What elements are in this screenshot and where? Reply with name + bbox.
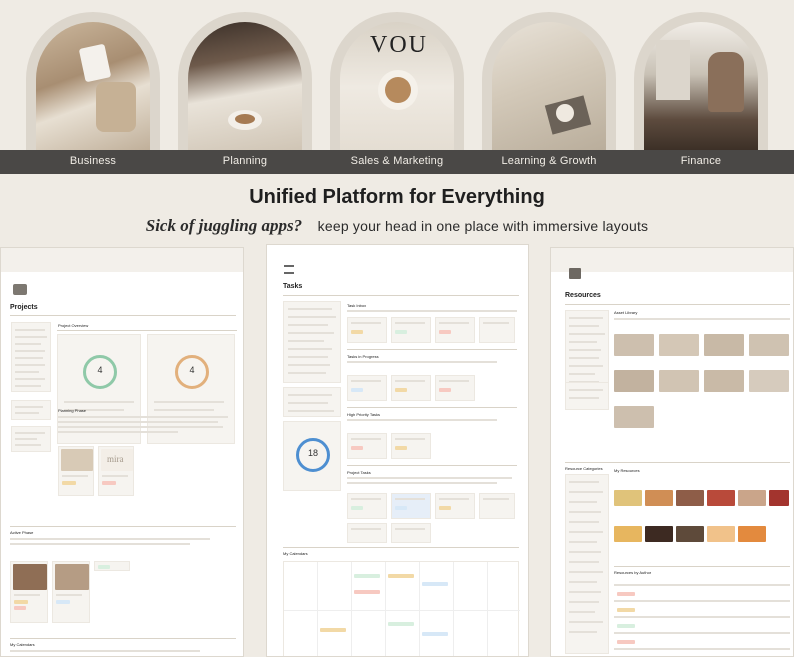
resource-thumb-5[interactable]: [738, 490, 766, 506]
section-high-priority: High Priority Tasks: [347, 412, 381, 417]
project-task-6[interactable]: [391, 523, 431, 543]
folder-icon: [13, 284, 27, 295]
asset-thumb-4[interactable]: [749, 334, 789, 356]
resource-thumb-9[interactable]: [676, 526, 704, 542]
resources-by-author-label: Resources by Author: [614, 570, 652, 575]
arch-learning-growth: [482, 12, 616, 152]
resource-thumb-2[interactable]: [645, 490, 673, 506]
resource-thumb-10[interactable]: [707, 526, 735, 542]
projects-filter-box[interactable]: [11, 426, 51, 452]
resource-thumb-8[interactable]: [645, 526, 673, 542]
card-word: mira: [107, 454, 124, 464]
ring-right-value: 4: [189, 365, 195, 375]
tasks-calendar-label: My Calendars: [283, 551, 308, 556]
projects-sidebar[interactable]: [11, 322, 51, 392]
asset-thumb-3[interactable]: [704, 334, 744, 356]
inbox-task-1[interactable]: [347, 317, 387, 343]
inbox-task-2[interactable]: [391, 317, 431, 343]
sales-photo: VOU: [340, 22, 454, 152]
my-resources-label: My Resources: [614, 468, 640, 473]
section-tasks-in-progress: Tasks in Progress: [347, 354, 379, 359]
resource-thumb-6[interactable]: [769, 490, 789, 506]
planning-card-2[interactable]: mira: [98, 446, 134, 496]
section-task-inbox: Task Inbox: [347, 303, 367, 308]
projects-sidebar-extra[interactable]: [11, 400, 51, 420]
arch-business: [26, 12, 160, 152]
project-task-5[interactable]: [347, 523, 387, 543]
asset-library-label: Asset Library: [614, 310, 638, 315]
priority-task-1[interactable]: [347, 433, 387, 459]
progress-task-3[interactable]: [435, 375, 475, 401]
priority-task-2[interactable]: [391, 433, 431, 459]
resource-thumb-7[interactable]: [614, 526, 642, 542]
business-photo: [36, 22, 150, 152]
tasks-progress-card[interactable]: 18: [283, 421, 341, 491]
asset-thumb-1[interactable]: [614, 334, 654, 356]
resources-sidebar-extra[interactable]: [565, 382, 609, 410]
ring-left-value: 4: [97, 365, 103, 375]
checklist-icon: [284, 265, 294, 274]
resource-categories-list[interactable]: [565, 474, 609, 654]
arch-planning: [178, 12, 312, 152]
progress-task-2[interactable]: [391, 375, 431, 401]
archive-box-icon: [569, 268, 581, 279]
resource-categories-label: Resource Categories: [565, 466, 603, 471]
asset-thumb-8[interactable]: [749, 370, 789, 392]
tasks-panel[interactable]: Tasks 18 Task Inbox Tasks in Progress Hi…: [266, 244, 529, 657]
tasks-title: Tasks: [283, 283, 303, 290]
planning-phase-label: Planning Phase: [58, 408, 87, 413]
project-task-2[interactable]: [391, 493, 431, 519]
hero-banner: VOU: [0, 0, 794, 175]
resource-thumb-11[interactable]: [738, 526, 766, 542]
tasks-sidebar[interactable]: [283, 301, 341, 383]
asset-thumb-6[interactable]: [659, 370, 699, 392]
arch-sales-marketing: VOU: [330, 12, 464, 152]
resource-thumb-4[interactable]: [707, 490, 735, 506]
category-label-planning: Planning: [222, 155, 268, 167]
asset-thumb-2[interactable]: [659, 334, 699, 356]
active-card-3[interactable]: [94, 561, 130, 571]
subheadline-emphasis: Sick of juggling apps?: [145, 216, 303, 235]
resources-title: Resources: [565, 292, 601, 299]
project-overview-label: Project Overview: [58, 323, 89, 328]
tasks-ring-value: 18: [307, 448, 318, 458]
active-card-2[interactable]: [52, 561, 90, 623]
category-label-business: Business: [69, 155, 117, 167]
resource-thumb-3[interactable]: [676, 490, 704, 506]
category-label-finance: Finance: [680, 155, 722, 167]
project-task-3[interactable]: [435, 493, 475, 519]
page-headline: Unified Platform for Everything: [249, 186, 545, 208]
resources-panel[interactable]: Resources Asset Library Resource Categor…: [550, 247, 794, 657]
active-phase-label: Active Phase: [10, 530, 34, 535]
section-project-tasks: Project Tasks: [347, 470, 371, 475]
planning-card-1[interactable]: [58, 446, 94, 496]
active-card-1[interactable]: [10, 561, 48, 623]
subheadline: Sick of juggling apps? keep your head in…: [0, 216, 794, 236]
category-label-sales-marketing: Sales & Marketing: [350, 155, 444, 167]
category-label-learning-growth: Learning & Growth: [501, 155, 597, 167]
inbox-task-4[interactable]: [479, 317, 515, 343]
tasks-calendar-grid[interactable]: [283, 561, 520, 656]
project-task-1[interactable]: [347, 493, 387, 519]
inbox-task-3[interactable]: [435, 317, 475, 343]
project-task-4[interactable]: [479, 493, 515, 519]
projects-title: Projects: [10, 304, 38, 311]
asset-thumb-5[interactable]: [614, 370, 654, 392]
learning-photo: [492, 22, 606, 152]
asset-thumb-9[interactable]: [614, 406, 654, 428]
tasks-quick-actions[interactable]: [283, 387, 341, 417]
arch-finance: [634, 12, 768, 152]
projects-calendar-label: My Calendars: [10, 642, 35, 647]
planning-photo: [188, 22, 302, 152]
subheadline-rest: keep your head in one place with immersi…: [317, 218, 649, 234]
resource-thumb-1[interactable]: [614, 490, 642, 506]
finance-photo: [644, 22, 758, 152]
asset-thumb-7[interactable]: [704, 370, 744, 392]
progress-task-1[interactable]: [347, 375, 387, 401]
projects-panel[interactable]: Projects Project Overview 4 4 Planning P…: [0, 247, 244, 657]
